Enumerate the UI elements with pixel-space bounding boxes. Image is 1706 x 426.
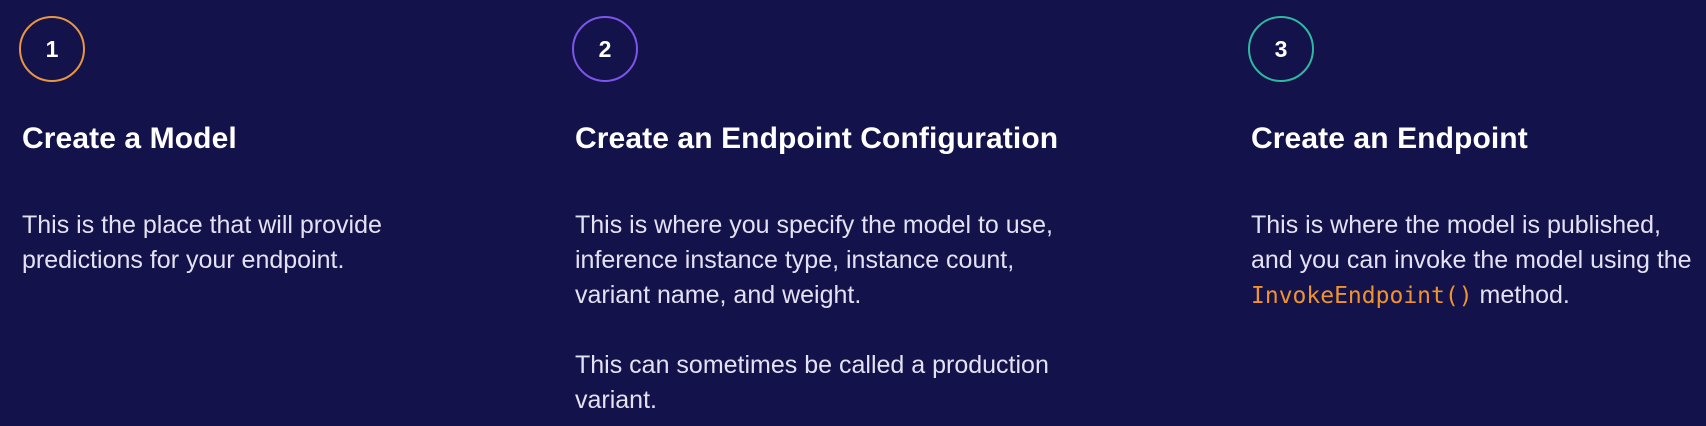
- description-paragraph: This is the place that will provide pred…: [22, 211, 382, 274]
- step-number-badge: 1: [19, 16, 85, 82]
- step-2: 2 Create an Endpoint Configuration This …: [572, 0, 1135, 426]
- step-title: Create a Model: [22, 122, 237, 155]
- description-paragraph: This is where the model is published, an…: [1251, 208, 1701, 314]
- step-title: Create an Endpoint: [1251, 122, 1528, 155]
- description-paragraph: This is where you specify the model to u…: [575, 211, 1054, 309]
- step-description: This is where you specify the model to u…: [575, 208, 1075, 418]
- step-number-badge: 2: [572, 16, 638, 82]
- description-text: This is where the model is published, an…: [1251, 211, 1692, 274]
- step-number-badge: 3: [1248, 16, 1314, 82]
- description-paragraph: This can sometimes be called a productio…: [575, 351, 1049, 414]
- step-description: This is the place that will provide pred…: [22, 208, 442, 278]
- step-3: 3 Create an Endpoint This is where the m…: [1248, 0, 1701, 426]
- slide: { "steps": [ { "number": "1", "title": "…: [0, 0, 1706, 426]
- description-text: method.: [1479, 281, 1570, 309]
- step-1: 1 Create a Model This is the place that …: [19, 0, 492, 426]
- step-title: Create an Endpoint Configuration: [575, 122, 1059, 155]
- step-description: This is where the model is published, an…: [1251, 208, 1701, 314]
- code-snippet: InvokeEndpoint(): [1251, 283, 1473, 309]
